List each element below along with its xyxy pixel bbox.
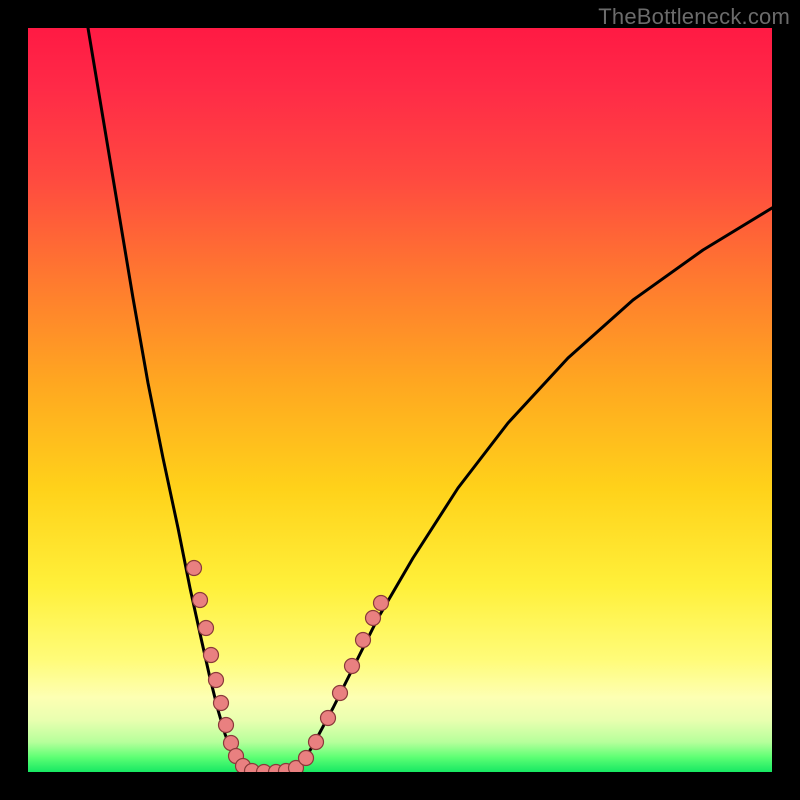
watermark-text: TheBottleneck.com [598, 4, 790, 30]
plot-area [28, 28, 772, 772]
heat-gradient-background [28, 28, 772, 772]
